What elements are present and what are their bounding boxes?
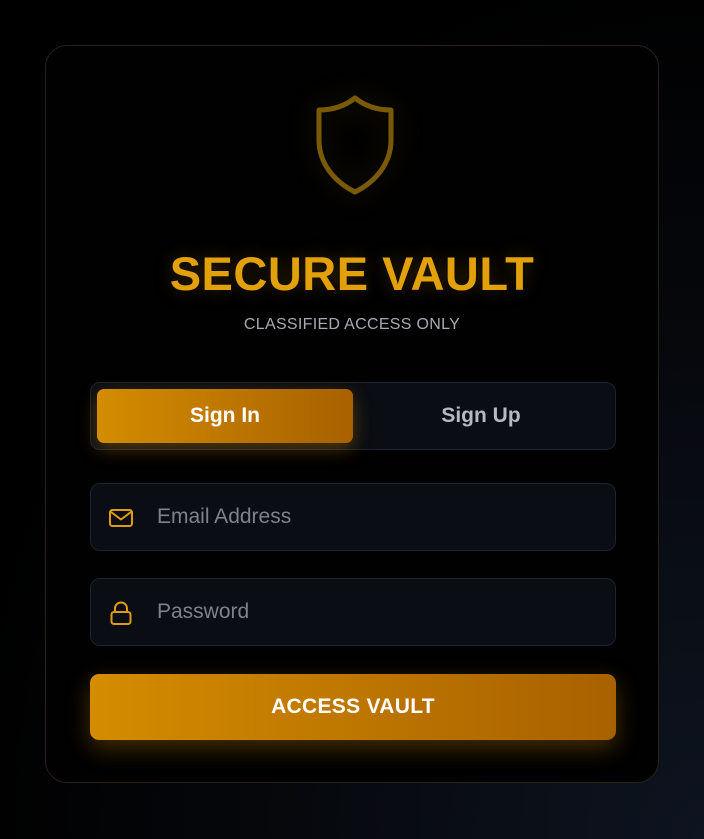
password-input[interactable]	[157, 579, 597, 645]
email-field-container	[90, 483, 616, 551]
mail-icon	[107, 504, 135, 532]
page-title: SECURE VAULT	[169, 247, 535, 300]
tab-sign-in[interactable]: Sign In	[97, 389, 353, 443]
page-subtitle: CLASSIFIED ACCESS ONLY	[243, 316, 461, 333]
tab-sign-up[interactable]: Sign Up	[353, 389, 609, 443]
lock-icon	[107, 599, 135, 627]
password-field-container	[90, 578, 616, 646]
login-card: SECURE VAULT CLASSIFIED ACCESS ONLY Sign…	[45, 45, 659, 783]
shield-icon	[305, 90, 405, 200]
email-input[interactable]	[157, 484, 597, 550]
access-vault-button[interactable]: ACCESS VAULT	[90, 674, 616, 740]
auth-tabs: Sign In Sign Up	[90, 382, 616, 450]
